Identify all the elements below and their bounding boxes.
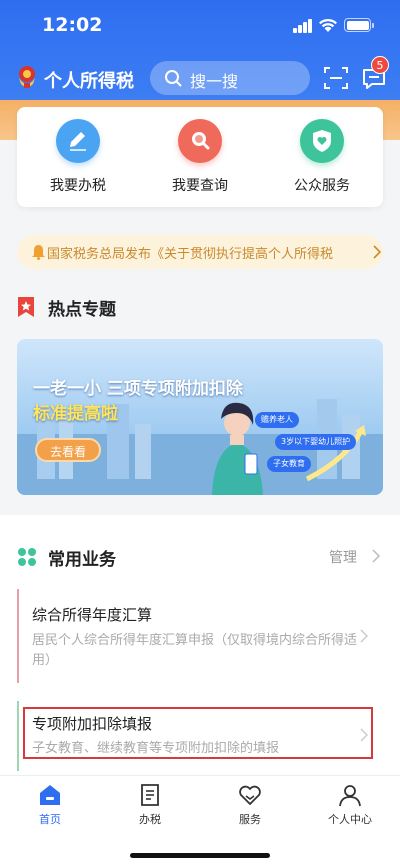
hot-topics-header: 热点专题 — [17, 292, 383, 322]
status-time: 12:02 — [42, 14, 103, 36]
tab-label: 首页 — [39, 813, 61, 826]
battery-icon — [344, 18, 374, 32]
hot-topic-banner[interactable]: 一老一小 三项专项附加扣除 标准提高啦 去看看 赡养老人 3岁以下婴幼儿照护 子… — [17, 339, 383, 495]
notice-text: 国家税务总局发布《关于贯彻执行提高个人所得税 — [47, 247, 334, 262]
tab-personal-center[interactable]: 个人中心 — [310, 782, 390, 827]
service-label: 我要查询 — [172, 178, 228, 194]
tab-service[interactable]: 服务 — [210, 782, 290, 827]
message-badge: 5 — [371, 56, 389, 74]
chevron-right-icon — [372, 549, 380, 563]
tab-tax[interactable]: 办税 — [110, 782, 190, 827]
business-item-desc: 居民个人综合所得年度汇算申报（仅取得境内综合所得适用） — [32, 633, 358, 668]
business-item-annual-settlement[interactable]: 综合所得年度汇算 居民个人综合所得年度汇算申报（仅取得境内综合所得适用） — [17, 589, 383, 683]
document-icon — [141, 784, 159, 806]
service-label: 我要办税 — [50, 178, 106, 194]
banner-title: 一老一小 三项专项附加扣除 — [33, 379, 243, 399]
banner-subtitle: 标准提高啦 — [33, 404, 118, 424]
search-input[interactable]: 搜一搜 — [150, 61, 310, 95]
common-business-title: 常用业务 — [48, 550, 116, 570]
service-public[interactable]: 公众服务 — [272, 119, 372, 195]
app-header: 个人所得税 搜一搜 5 — [0, 56, 400, 100]
service-tax-filing[interactable]: 我要办税 — [28, 119, 128, 195]
app-title: 个人所得税 — [44, 71, 134, 92]
grid-clover-icon — [18, 548, 36, 566]
search-icon — [178, 119, 222, 163]
banner-tag: 赡养老人 — [255, 412, 299, 428]
service-query[interactable]: 我要查询 — [150, 119, 250, 195]
card-accent-bar — [17, 701, 19, 771]
tab-home[interactable]: 首页 — [10, 782, 90, 827]
home-indicator — [130, 853, 270, 858]
tab-label: 办税 — [139, 813, 161, 826]
tab-label: 服务 — [239, 813, 261, 826]
hot-topics-title: 热点专题 — [48, 300, 116, 320]
business-item-title: 综合所得年度汇算 — [32, 606, 153, 624]
edit-icon — [56, 119, 100, 163]
manage-link[interactable]: 管理 — [329, 547, 357, 567]
card-accent-bar — [17, 589, 19, 683]
user-icon — [339, 785, 361, 807]
status-bar: 12:02 — [0, 0, 400, 54]
tax-emblem-logo-icon — [19, 66, 35, 88]
highlight-box — [23, 707, 373, 759]
bookmark-icon — [18, 297, 34, 317]
banner-tag: 子女教育 — [267, 456, 311, 472]
service-label: 公众服务 — [294, 178, 350, 194]
bell-icon — [32, 245, 45, 260]
chevron-right-icon — [373, 245, 382, 259]
home-icon — [40, 785, 60, 805]
heart-shield-icon — [300, 119, 344, 163]
search-icon — [165, 70, 182, 87]
banner-go-button[interactable]: 去看看 — [35, 438, 101, 462]
tab-label: 个人中心 — [328, 813, 372, 826]
wifi-icon — [319, 18, 337, 32]
search-placeholder: 搜一搜 — [190, 72, 239, 91]
cellular-signal-icon — [293, 19, 313, 33]
quick-services-card: 我要办税 我要查询 公众服务 — [17, 107, 383, 207]
banner-tag: 3岁以下婴幼儿照护 — [275, 434, 357, 450]
scan-icon[interactable] — [323, 65, 349, 91]
notice-bar[interactable]: 国家税务总局发布《关于贯彻执行提高个人所得税 — [17, 235, 383, 269]
chevron-right-icon — [360, 629, 368, 643]
service-heart-icon — [239, 785, 261, 805]
